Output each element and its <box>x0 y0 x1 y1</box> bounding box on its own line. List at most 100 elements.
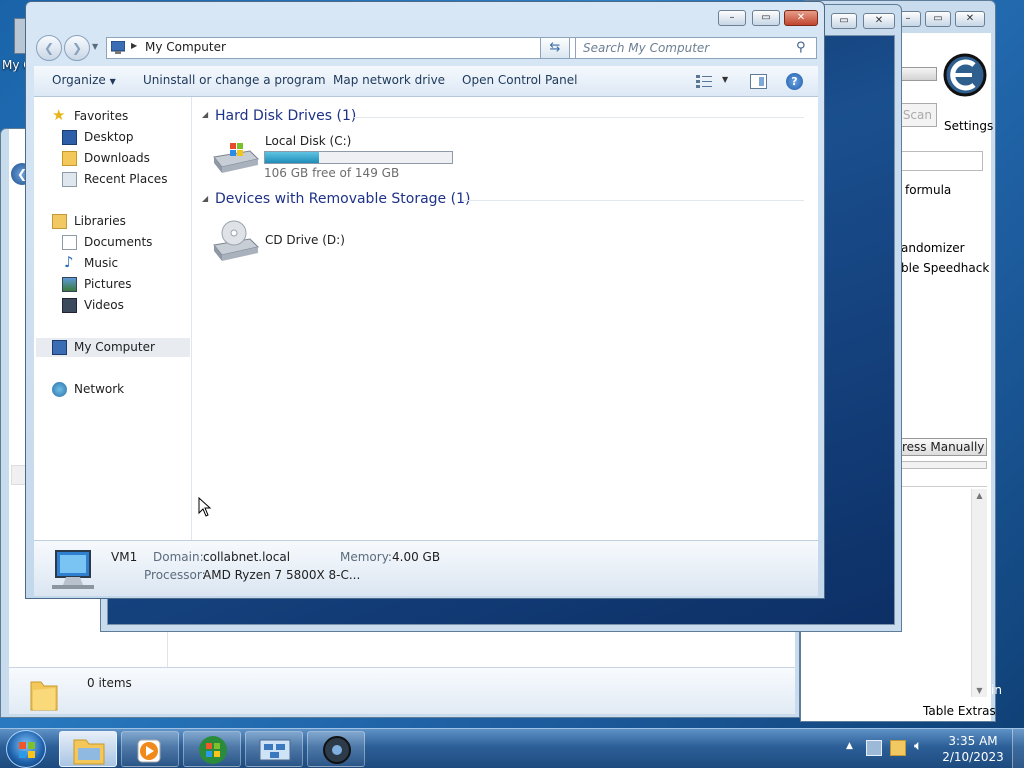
downloads-folder-icon <box>62 151 77 166</box>
local-disk-c-name[interactable]: Local Disk (C:) <box>265 134 351 148</box>
taskbar-explorer-button[interactable] <box>59 731 117 767</box>
preview-pane-icon[interactable] <box>750 74 767 89</box>
taskbar-media-player-button[interactable] <box>121 731 179 767</box>
address-bar[interactable]: ▶ My Computer ▼ <box>106 37 594 59</box>
action-center-icon[interactable] <box>890 740 906 756</box>
taskbar-network-app-button[interactable] <box>245 731 303 767</box>
table-extras-label[interactable]: Table Extras <box>923 704 996 718</box>
navigation-pane: ★ Favorites Desktop Downloads Recent Pla… <box>34 97 192 540</box>
local-disk-c-free-space: 106 GB free of 149 GB <box>264 166 400 180</box>
group-divider <box>354 117 804 118</box>
nav-my-computer[interactable]: My Computer <box>36 338 190 357</box>
pictures-icon <box>62 277 77 292</box>
nav-label: Desktop <box>84 130 134 144</box>
taskbar-cheat-engine-button[interactable] <box>307 731 365 767</box>
volume-icon[interactable]: 🔈︎ <box>914 738 922 754</box>
splitter[interactable] <box>901 461 987 469</box>
breadcrumb-separator-icon[interactable]: ▶ <box>131 41 137 50</box>
nav-label: Pictures <box>84 277 132 291</box>
map-network-drive-button[interactable]: Map network drive <box>333 73 445 87</box>
start-button[interactable] <box>6 730 46 768</box>
processor-value: AMD Ryzen 7 5800X 8-C... <box>203 568 361 582</box>
computer-name: VM1 <box>111 550 138 564</box>
domain-label: Domain: <box>153 550 204 564</box>
breadcrumb-my-computer[interactable]: My Computer <box>145 40 226 54</box>
close-button[interactable]: ✕ <box>863 13 895 29</box>
scan-button[interactable]: Scan <box>901 103 937 127</box>
nav-label: Network <box>74 382 125 396</box>
memory-value: 4.00 GB <box>392 550 441 564</box>
help-icon[interactable]: ? <box>786 73 803 90</box>
clock-time: 3:35 AM <box>948 734 998 748</box>
mouse-cursor-icon <box>198 496 212 517</box>
clock-date: 2/10/2023 <box>942 750 1004 764</box>
view-dropdown-icon[interactable]: ▼ <box>722 75 728 84</box>
close-button[interactable]: ✕ <box>955 11 985 27</box>
progress-bar <box>901 67 937 81</box>
add-address-manually-button[interactable]: ress Manually <box>901 438 987 456</box>
open-control-panel-button[interactable]: Open Control Panel <box>462 73 577 87</box>
minimize-button[interactable]: ▭ <box>831 13 857 29</box>
command-bar: Organize ▼ Uninstall or change a program… <box>34 66 818 97</box>
domain-value: collabnet.local <box>203 550 291 564</box>
cd-drive-d-icon[interactable] <box>210 219 260 263</box>
show-hidden-icons-icon[interactable]: ▲ <box>846 741 853 751</box>
maximize-button[interactable]: ▭ <box>752 10 780 26</box>
collapse-icon[interactable]: ◢ <box>202 110 208 119</box>
value-input[interactable] <box>901 151 983 171</box>
group-header-hard-disk-drives[interactable]: Hard Disk Drives (1) <box>215 108 356 124</box>
uninstall-program-button[interactable]: Uninstall or change a program <box>143 73 326 87</box>
network-icon <box>52 382 67 397</box>
organize-button[interactable]: Organize ▼ <box>52 73 116 87</box>
group-divider <box>462 200 804 201</box>
address-list-header <box>901 471 987 487</box>
documents-icon <box>62 235 77 250</box>
processor-label: Processor: <box>144 568 206 582</box>
computer-icon <box>110 40 126 54</box>
back-button[interactable]: ❮ <box>36 35 62 61</box>
address-list-scrollbar[interactable]: ▲ ▼ <box>971 489 987 697</box>
refresh-icon[interactable]: ⇆ <box>540 37 570 59</box>
formula-label: formula <box>905 183 952 197</box>
taskbar: ▲ 🔈︎ 3:35 AM 2/10/2023 <box>0 728 1024 768</box>
search-input[interactable]: Search My Computer <box>575 37 817 59</box>
music-note-icon: ♪ <box>64 253 74 271</box>
star-icon: ★ <box>52 106 66 124</box>
maximize-button[interactable]: ▭ <box>925 11 951 27</box>
taskbar-windows-button[interactable] <box>183 731 241 767</box>
nav-label: Libraries <box>74 214 126 228</box>
item-count: 0 items <box>87 676 132 690</box>
recent-pages-chevron-icon[interactable]: ▼ <box>92 42 98 51</box>
group-header-removable-storage[interactable]: Devices with Removable Storage (1) <box>215 191 470 207</box>
folder-icon <box>29 676 59 711</box>
cd-drive-d-name[interactable]: CD Drive (D:) <box>265 233 345 247</box>
explorer-content: ★ Favorites Desktop Downloads Recent Pla… <box>34 97 818 540</box>
nav-label: My Computer <box>74 340 155 354</box>
nav-label: Downloads <box>84 151 150 165</box>
settings-label[interactable]: Settings <box>944 119 993 133</box>
forward-button[interactable]: ❯ <box>64 35 90 61</box>
network-tray-icon[interactable] <box>866 740 882 756</box>
show-desktop-button[interactable] <box>1012 729 1024 768</box>
collapse-icon[interactable]: ◢ <box>202 194 208 203</box>
nav-label: Favorites <box>74 109 129 123</box>
status-pane: 0 items <box>9 667 795 714</box>
nav-label: Videos <box>84 298 124 312</box>
cheat-engine-logo-icon[interactable] <box>941 51 989 107</box>
computer-icon <box>50 549 96 591</box>
change-view-icon[interactable] <box>696 74 714 89</box>
nav-label: Documents <box>84 235 153 249</box>
search-icon[interactable]: ⚲ <box>796 40 806 55</box>
recent-places-icon <box>62 172 77 187</box>
clock[interactable]: 3:35 AM 2/10/2023 <box>938 733 1008 765</box>
minimize-button[interactable]: – <box>718 10 746 26</box>
admin-text: in <box>991 683 1002 697</box>
randomizer-label: andomizer <box>901 241 965 255</box>
nav-label: Music <box>84 256 119 270</box>
close-button[interactable]: ✕ <box>784 10 818 26</box>
disk-usage-bar <box>264 151 453 164</box>
chevron-down-icon: ▼ <box>109 77 116 86</box>
organize-label: Organize <box>52 73 106 87</box>
local-disk-c-icon[interactable] <box>210 137 260 177</box>
disk-usage-fill <box>265 152 320 163</box>
